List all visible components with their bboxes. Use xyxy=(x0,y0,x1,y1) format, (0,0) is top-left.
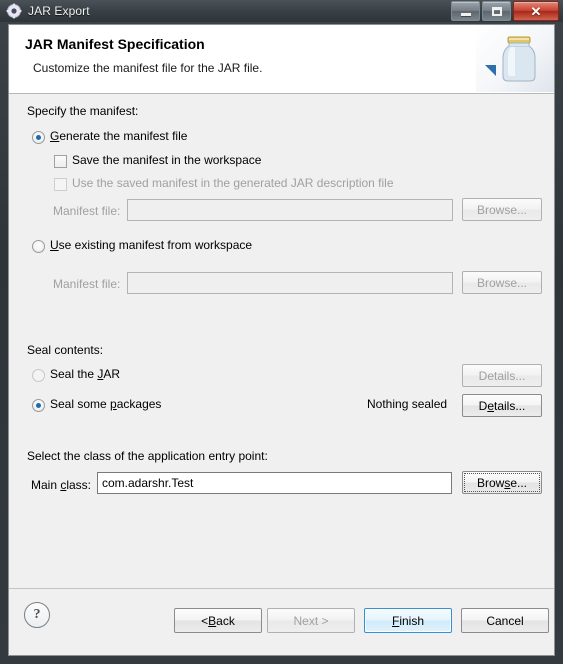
browse-button-1: Browse... xyxy=(462,198,542,221)
manifest-file-input-2 xyxy=(127,272,453,294)
checkbox-save-manifest-workspace-label: Save the manifest in the workspace xyxy=(72,153,262,167)
radio-seal-jar-label: Seal the JAR xyxy=(50,367,121,381)
jar-banner-icon xyxy=(498,33,540,85)
manifest-file-label-2: Manifest file: xyxy=(53,277,121,291)
finish-button[interactable]: Finish xyxy=(364,608,452,633)
title-bar[interactable]: JAR Export ✕ xyxy=(0,0,563,22)
manifest-file-label-1: Manifest file: xyxy=(53,204,121,218)
page-description: Customize the manifest file for the JAR … xyxy=(33,61,263,75)
banner-area xyxy=(476,25,554,92)
window-controls: ✕ xyxy=(449,1,559,21)
seal-contents-label: Seal contents: xyxy=(27,343,104,357)
specify-manifest-label: Specify the manifest: xyxy=(27,104,139,118)
radio-generate-manifest-label: Generate the manifest file xyxy=(50,129,188,143)
main-class-input[interactable]: com.adarshr.Test xyxy=(97,472,452,494)
jar-export-icon xyxy=(6,3,22,19)
next-button: Next > xyxy=(267,608,355,633)
radio-use-existing-manifest[interactable] xyxy=(32,240,45,253)
checkbox-use-saved-manifest xyxy=(54,178,67,191)
seal-details-button-2[interactable]: De tails... xyxy=(462,394,542,417)
wizard-header: JAR Manifest Specification Customize the… xyxy=(9,25,554,94)
cancel-button[interactable]: Cancel xyxy=(461,608,549,633)
page-title: JAR Manifest Specification xyxy=(25,36,205,52)
close-button[interactable]: ✕ xyxy=(513,1,559,21)
help-icon[interactable]: ? xyxy=(24,602,50,628)
checkbox-save-manifest-workspace[interactable] xyxy=(54,155,67,168)
radio-use-existing-manifest-label: Use existing manifest from workspace xyxy=(50,238,253,252)
back-button[interactable]: < Back xyxy=(174,608,262,633)
entry-point-label: Select the class of the application entr… xyxy=(27,449,268,463)
radio-seal-jar[interactable] xyxy=(32,369,45,382)
window-title: JAR Export xyxy=(28,4,90,18)
checkbox-use-saved-manifest-label: Use the saved manifest in the generated … xyxy=(72,176,394,190)
jar-export-window: JAR Export ✕ JAR Manifest Specification … xyxy=(0,0,563,664)
manifest-file-input-1 xyxy=(127,199,453,221)
wizard-body: Specify the manifest: Generate the manif… xyxy=(9,94,554,588)
maximize-icon xyxy=(491,6,502,16)
blue-arrow-icon xyxy=(485,65,496,76)
close-icon: ✕ xyxy=(530,3,542,19)
browse-button-2: Browse... xyxy=(462,271,542,294)
seal-details-button-1: Details... xyxy=(462,364,542,387)
radio-seal-some-packages[interactable] xyxy=(32,399,45,412)
radio-generate-manifest[interactable] xyxy=(32,131,45,144)
main-class-browse-button[interactable]: Brow s e... xyxy=(462,471,542,494)
seal-status-text: Nothing sealed xyxy=(367,397,448,411)
radio-seal-some-packages-label: Seal some packages xyxy=(50,397,162,411)
dialog-footer: ? < Back Next > Finish Cancel xyxy=(9,588,554,655)
maximize-button[interactable] xyxy=(482,1,511,21)
minimize-icon xyxy=(460,12,471,16)
dialog-client-area: JAR Manifest Specification Customize the… xyxy=(8,24,555,656)
main-class-label: Main class: xyxy=(31,478,92,492)
minimize-button[interactable] xyxy=(451,1,480,21)
